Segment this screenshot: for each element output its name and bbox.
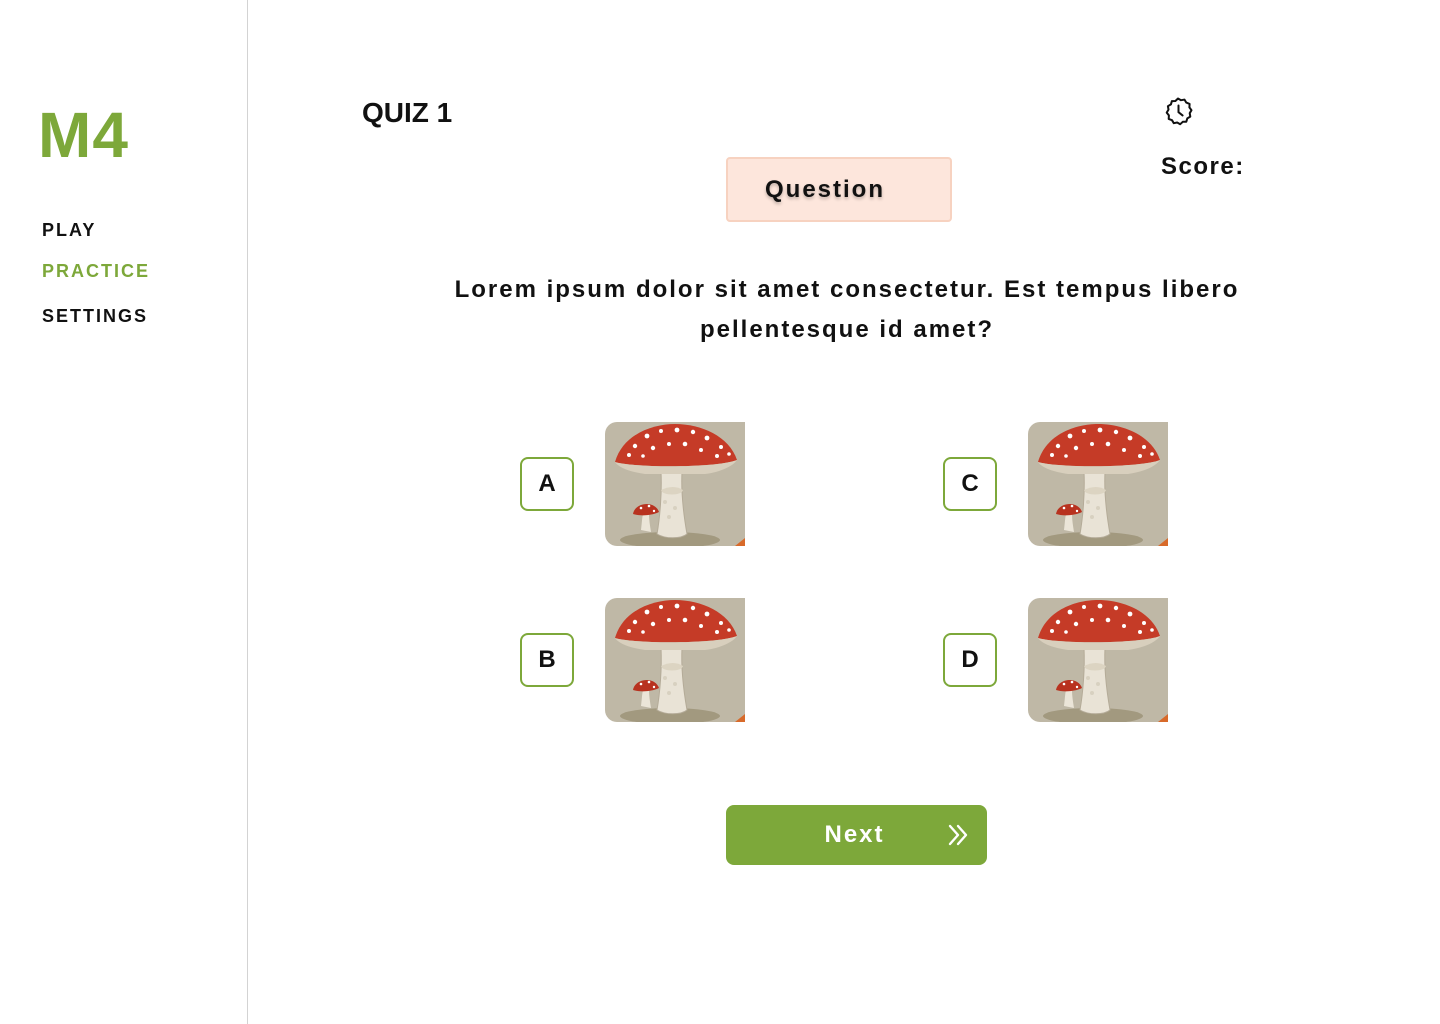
sidebar: M4 PLAY PRACTICE SETTINGS bbox=[0, 0, 248, 1024]
answer-b-button[interactable]: B bbox=[520, 633, 574, 687]
next-button-label: Next bbox=[824, 821, 885, 848]
answer-d-button[interactable]: D bbox=[943, 633, 997, 687]
next-button[interactable]: Next bbox=[726, 805, 987, 865]
answer-option-c: C bbox=[943, 422, 1193, 546]
sidebar-item-practice[interactable]: PRACTICE bbox=[42, 259, 150, 283]
sidebar-item-settings[interactable]: SETTINGS bbox=[42, 304, 148, 328]
quiz-app: M4 PLAY PRACTICE SETTINGS QUIZ 1 Score: … bbox=[0, 0, 1440, 1024]
sidebar-item-play[interactable]: PLAY bbox=[42, 218, 96, 242]
question-chip: Question bbox=[726, 157, 952, 222]
clock-icon bbox=[1162, 96, 1194, 128]
page-title: QUIZ 1 bbox=[362, 97, 453, 128]
answer-option-d: D bbox=[943, 598, 1193, 722]
answer-a-button[interactable]: A bbox=[520, 457, 574, 511]
answer-option-b: B bbox=[520, 598, 770, 722]
mushroom-image[interactable] bbox=[605, 422, 745, 546]
mushroom-image[interactable] bbox=[1028, 422, 1168, 546]
score-label: Score: bbox=[1161, 153, 1245, 180]
mushroom-image[interactable] bbox=[1028, 598, 1168, 722]
logo: M4 bbox=[38, 99, 129, 171]
double-chevron-right-icon bbox=[945, 822, 971, 848]
answer-option-a: A bbox=[520, 422, 770, 546]
mushroom-image[interactable] bbox=[605, 598, 745, 722]
question-text: Lorem ipsum dolor sit amet consectetur. … bbox=[454, 276, 1240, 343]
question-chip-label: Question bbox=[765, 175, 886, 203]
answer-c-button[interactable]: C bbox=[943, 457, 997, 511]
